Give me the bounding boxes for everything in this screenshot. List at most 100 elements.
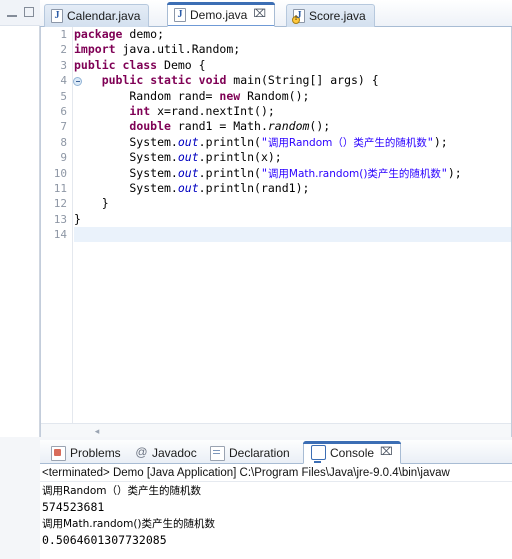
editor-tab-label: Demo.java bbox=[190, 7, 248, 22]
tab-label: Problems bbox=[70, 446, 121, 460]
code-line[interactable]: public class Demo { bbox=[74, 58, 511, 73]
code-token-txt: (); bbox=[309, 119, 331, 134]
scroll-left-arrow-icon[interactable]: ◂ bbox=[91, 425, 103, 437]
editor-tab-score[interactable]: Score.java bbox=[286, 4, 375, 27]
code-area[interactable]: package demo; import java.util.Random; pub… bbox=[74, 27, 511, 437]
code-line[interactable]: System.out.println("调用Random（）类产生的随机数"); bbox=[74, 135, 511, 150]
editor-body[interactable]: 1 2 3 4 5 6 7 8 9 10 11 12 13 14 package demo; import … bbox=[40, 27, 512, 437]
code-line[interactable]: } bbox=[74, 212, 511, 227]
console-output-line: 调用Random（）类产生的随机数 bbox=[40, 482, 512, 499]
line-number-gutter: 1 2 3 4 5 6 7 8 9 10 11 12 13 14 bbox=[41, 27, 82, 437]
console-output-line: 574523681 bbox=[42, 500, 105, 514]
code-token-txt: java.util.Random; bbox=[115, 42, 241, 57]
code-line[interactable]: System.out.println("调用Math.random()类产生的随… bbox=[74, 166, 511, 181]
line-number-row: 1 bbox=[41, 27, 72, 42]
code-token-str: " bbox=[426, 134, 434, 149]
code-line[interactable]: import java.util.Random; bbox=[74, 42, 511, 57]
tab-label: Declaration bbox=[229, 446, 290, 460]
code-token-kw: static bbox=[150, 73, 192, 88]
code-token-kw: double bbox=[129, 119, 171, 134]
code-token-mth: random bbox=[267, 119, 310, 134]
code-line[interactable]: package demo; bbox=[74, 27, 511, 42]
line-number: 9 bbox=[60, 151, 67, 165]
code-line[interactable] bbox=[74, 227, 511, 243]
code-line[interactable]: public static void main(String[] args) { bbox=[74, 73, 511, 88]
code-line[interactable]: } bbox=[74, 196, 511, 211]
code-line[interactable]: System.out.println(rand1); bbox=[74, 181, 511, 196]
tab-label: Console bbox=[330, 445, 375, 460]
bottom-left-filler bbox=[0, 440, 40, 559]
code-token-txt: System. bbox=[74, 165, 178, 180]
editor-tab-label: Calendar.java bbox=[67, 9, 141, 23]
tab-label: Javadoc bbox=[152, 446, 197, 460]
console-output: 调用Random（）类产生的随机数 574523681 调用Math.random(… bbox=[40, 482, 512, 548]
code-token-txt: } bbox=[74, 196, 109, 211]
tab-declaration[interactable]: Declaration bbox=[203, 442, 297, 464]
declaration-icon bbox=[210, 445, 225, 461]
editor-tab-calendar[interactable]: Calendar.java bbox=[44, 4, 150, 27]
left-view-toolbar bbox=[0, 0, 40, 26]
code-line[interactable]: System.out.println(x); bbox=[74, 150, 511, 165]
editor-tabbar: Calendar.java Demo.java ⌧ Score.java bbox=[40, 0, 512, 27]
close-icon[interactable]: ⌧ bbox=[253, 9, 266, 20]
code-token-txt: rand1 = Math. bbox=[170, 119, 268, 134]
left-view-strip bbox=[0, 0, 40, 440]
code-token-txt: .println( bbox=[198, 134, 261, 149]
bottom-panel: Problems Javadoc Declaration Console ⌧ <… bbox=[40, 440, 512, 559]
editor-horizontal-scrollbar[interactable]: ◂ bbox=[41, 423, 511, 437]
console-output-line: 0.5064601307732085 bbox=[42, 533, 167, 547]
code-token-txt: Random(); bbox=[240, 88, 310, 103]
code-token-fld: out bbox=[177, 134, 199, 149]
code-line[interactable]: int x=rand.nextInt(); bbox=[74, 104, 511, 119]
line-number-row: 5 bbox=[41, 89, 72, 104]
java-file-icon bbox=[174, 7, 186, 22]
code-token-kw: new bbox=[219, 88, 241, 103]
tab-console[interactable]: Console ⌧ bbox=[303, 441, 401, 464]
code-token-str: " bbox=[260, 134, 268, 149]
code-token-kw: package bbox=[74, 27, 123, 41]
code-token-kw: public bbox=[101, 73, 144, 88]
line-number-row: 9 bbox=[41, 150, 72, 165]
console-output-line: 调用Math.random()类产生的随机数 bbox=[40, 515, 512, 532]
line-number: 6 bbox=[60, 104, 67, 118]
line-number-row: 2 bbox=[41, 42, 72, 57]
code-line[interactable]: Random rand= new Random(); bbox=[74, 89, 511, 104]
bottom-panel-tabbar: Problems Javadoc Declaration Console ⌧ bbox=[40, 440, 512, 464]
close-icon[interactable]: ⌧ bbox=[380, 447, 393, 458]
line-number-row: 4 bbox=[41, 73, 82, 88]
minimize-icon[interactable] bbox=[6, 6, 19, 19]
editor-tab-label: Score.java bbox=[309, 9, 366, 23]
line-number-row: 14 bbox=[41, 227, 72, 242]
console-output-text: 调用Random（）类产生的随机数 bbox=[42, 485, 201, 497]
code-line[interactable]: double rand1 = Math.random(); bbox=[74, 119, 511, 134]
code-token-txt: Random rand= bbox=[74, 88, 220, 103]
tab-problems[interactable]: Problems bbox=[44, 442, 128, 464]
line-number-row: 7 bbox=[41, 119, 72, 134]
code-token-txt: .println( bbox=[198, 165, 261, 180]
editor-tab-demo[interactable]: Demo.java ⌧ bbox=[167, 2, 276, 27]
code-token-txt: .println(x); bbox=[198, 150, 282, 165]
line-number-row: 8 bbox=[41, 135, 72, 150]
line-number: 8 bbox=[60, 135, 67, 149]
line-number-row: 6 bbox=[41, 104, 72, 119]
line-number: 2 bbox=[60, 43, 67, 57]
code-token-kw: void bbox=[198, 73, 227, 88]
line-number-row: 11 bbox=[41, 181, 72, 196]
console-body[interactable]: <terminated> Demo [Java Application] C:\… bbox=[40, 464, 512, 559]
line-number: 1 bbox=[60, 28, 67, 41]
line-number: 7 bbox=[60, 120, 67, 134]
code-token-txt: .println(rand1); bbox=[198, 180, 310, 195]
code-token-txt: main(String[] args) { bbox=[226, 73, 379, 88]
line-number: 14 bbox=[53, 228, 67, 242]
maximize-icon[interactable] bbox=[23, 6, 36, 19]
tab-javadoc[interactable]: Javadoc bbox=[128, 442, 204, 464]
code-token-txt: x=rand.nextInt(); bbox=[150, 103, 275, 118]
editor-part: Calendar.java Demo.java ⌧ Score.java 1 23… bbox=[40, 0, 512, 437]
line-number: 3 bbox=[60, 58, 67, 72]
code-token-txt: System. bbox=[74, 134, 178, 149]
console-launch-header: <terminated> Demo [Java Application] C:\… bbox=[40, 464, 512, 482]
